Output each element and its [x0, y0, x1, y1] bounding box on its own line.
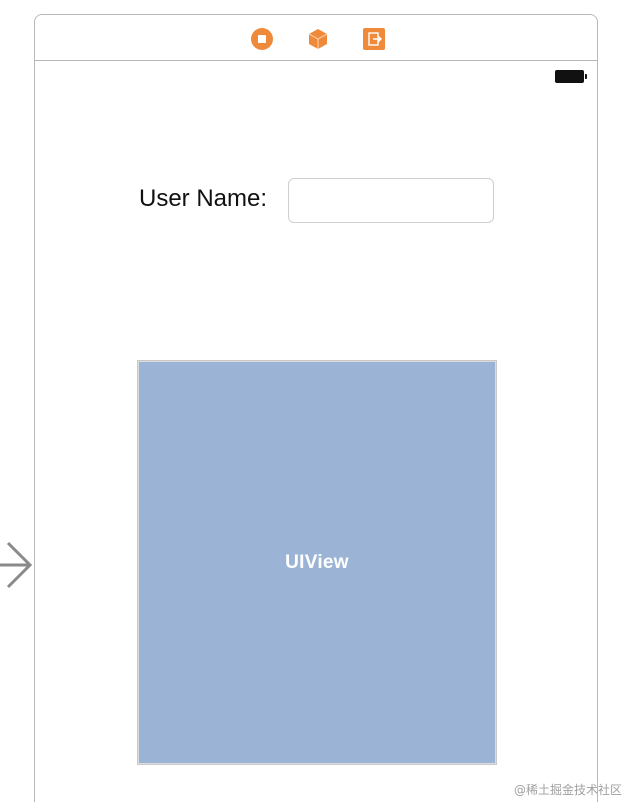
- user-name-field[interactable]: [288, 178, 494, 223]
- view-controller-icon[interactable]: [251, 28, 273, 50]
- uiview-label: UIView: [285, 551, 349, 573]
- first-responder-icon[interactable]: [307, 28, 329, 50]
- storyboard-entry-arrow-icon[interactable]: [0, 540, 34, 590]
- battery-full-icon: [555, 70, 587, 83]
- view-controller-scene[interactable]: User Name: UIView: [34, 14, 598, 802]
- user-name-label: User Name:: [139, 185, 268, 212]
- scene-dock: [35, 15, 597, 61]
- watermark: @稀土掘金技术社区: [513, 783, 622, 797]
- storyboard-canvas: User Name: UIView @稀土掘金技术社区: [0, 0, 626, 802]
- uiview-container[interactable]: UIView: [137, 360, 497, 765]
- exit-icon[interactable]: [363, 28, 385, 50]
